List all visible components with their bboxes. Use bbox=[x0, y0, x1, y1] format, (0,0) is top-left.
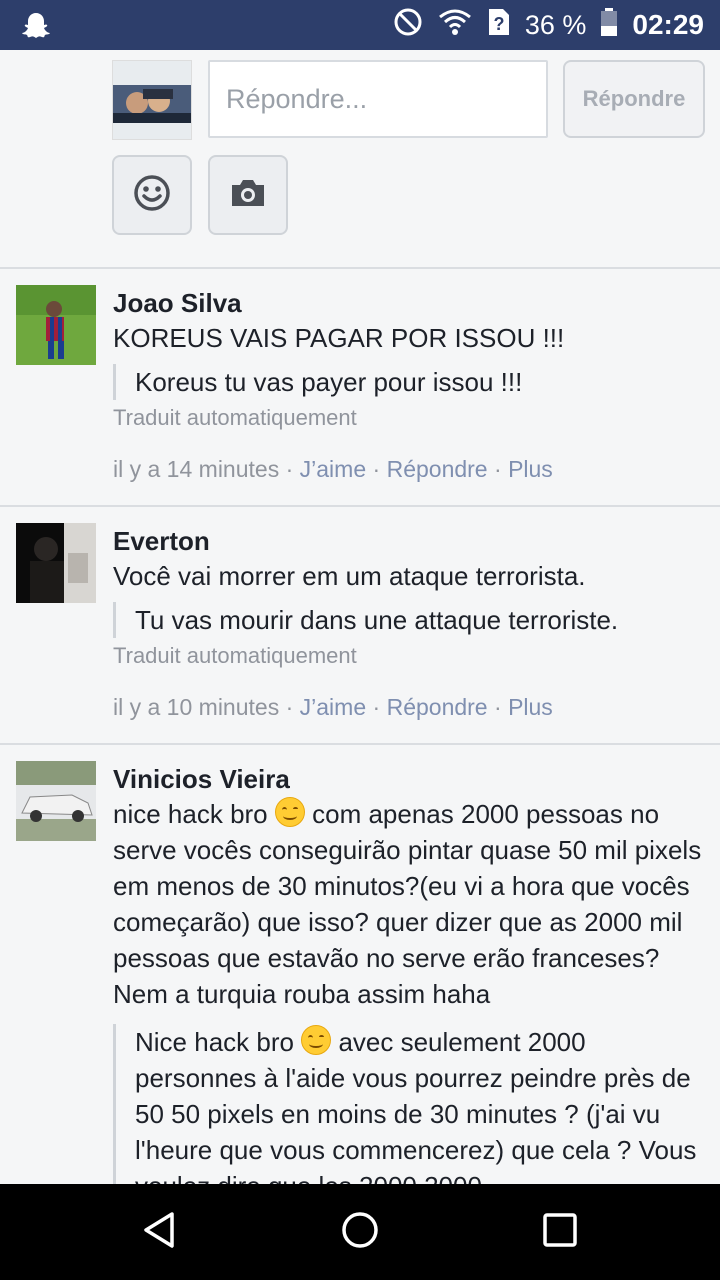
avatar[interactable] bbox=[16, 523, 96, 603]
comment-author[interactable]: Everton bbox=[113, 524, 706, 558]
translation-text-part: Nice hack bro bbox=[135, 1027, 294, 1057]
recents-icon bbox=[540, 1210, 580, 1255]
comment: Joao Silva KOREUS VAIS PAGAR POR ISSOU !… bbox=[0, 269, 720, 505]
more-link[interactable]: Plus bbox=[508, 694, 553, 720]
smiling-face-emoji bbox=[274, 797, 305, 827]
comment-author[interactable]: Vinicios Vieira bbox=[113, 762, 706, 796]
comment-meta: il y a 14 minutes · J’aime · Répondre · … bbox=[113, 454, 706, 484]
avatar[interactable] bbox=[16, 285, 96, 365]
wifi-icon bbox=[437, 7, 473, 44]
user-avatar bbox=[112, 60, 192, 140]
comment: Vinicios Vieira nice hack bro com apenas… bbox=[0, 745, 720, 1204]
comment-meta: il y a 10 minutes · J’aime · Répondre · … bbox=[113, 692, 706, 722]
smiley-icon bbox=[133, 174, 171, 217]
svg-text:?: ? bbox=[493, 14, 504, 34]
comment-text: KOREUS VAIS PAGAR POR ISSOU !!! bbox=[113, 323, 565, 353]
screen: ? 36 % 02:29 Répondre... Répondre Joao S… bbox=[0, 0, 720, 1280]
sim-unknown-icon: ? bbox=[487, 7, 511, 44]
back-icon bbox=[140, 1210, 180, 1255]
like-link[interactable]: J’aime bbox=[300, 694, 366, 720]
comment-author[interactable]: Joao Silva bbox=[113, 286, 706, 320]
comment-text-part: com apenas 2000 pessoas no serve vocês c… bbox=[113, 799, 702, 1009]
auto-translated-label: Traduit automatiquement bbox=[113, 643, 357, 668]
reply-input[interactable] bbox=[208, 60, 548, 138]
separator: · bbox=[372, 456, 387, 482]
recents-button[interactable] bbox=[536, 1208, 584, 1256]
status-bar: ? 36 % 02:29 bbox=[0, 0, 720, 50]
separator: · bbox=[285, 456, 300, 482]
photo-button[interactable] bbox=[208, 155, 288, 235]
comment-time: il y a 10 minutes bbox=[113, 694, 280, 720]
clock: 02:29 bbox=[632, 9, 704, 40]
battery-percent: 36 % bbox=[524, 9, 587, 40]
snapchat-ghost-icon bbox=[20, 10, 52, 42]
comment-text-part: nice hack bro bbox=[113, 799, 268, 829]
comment: Everton Você vai morrer em um ataque ter… bbox=[0, 507, 720, 743]
do-not-disturb-icon bbox=[393, 7, 423, 44]
more-link[interactable]: Plus bbox=[508, 456, 553, 482]
battery-icon bbox=[600, 7, 618, 44]
navigation-bar bbox=[0, 1184, 720, 1280]
home-icon bbox=[340, 1210, 380, 1255]
comment-translation: Koreus tu vas payer pour issou !!! bbox=[113, 364, 706, 400]
comment-time: il y a 14 minutes bbox=[113, 456, 280, 482]
back-button[interactable] bbox=[136, 1208, 184, 1256]
comment-text: Você vai morrer em um ataque terrorista. bbox=[113, 561, 586, 591]
separator: · bbox=[372, 694, 387, 720]
separator: · bbox=[494, 456, 509, 482]
auto-translated-label: Traduit automatiquement bbox=[113, 405, 357, 430]
separator: · bbox=[285, 694, 300, 720]
emoji-button[interactable] bbox=[112, 155, 192, 235]
camera-icon bbox=[229, 177, 267, 214]
home-button[interactable] bbox=[336, 1208, 384, 1256]
reply-submit-button[interactable]: Répondre bbox=[563, 60, 705, 138]
comment-translation: Tu vas mourir dans une attaque terrorist… bbox=[113, 602, 706, 638]
reply-link[interactable]: Répondre bbox=[387, 456, 488, 482]
reply-link[interactable]: Répondre bbox=[387, 694, 488, 720]
avatar[interactable] bbox=[16, 761, 96, 841]
smiling-face-emoji bbox=[301, 1025, 332, 1055]
comment-text: nice hack bro com apenas 2000 pessoas no… bbox=[113, 796, 706, 1012]
separator: · bbox=[494, 694, 509, 720]
like-link[interactable]: J’aime bbox=[300, 456, 366, 482]
reply-composer: Répondre bbox=[0, 50, 720, 268]
comment-translation: Nice hack bro avec seulement 2000 person… bbox=[113, 1024, 706, 1204]
